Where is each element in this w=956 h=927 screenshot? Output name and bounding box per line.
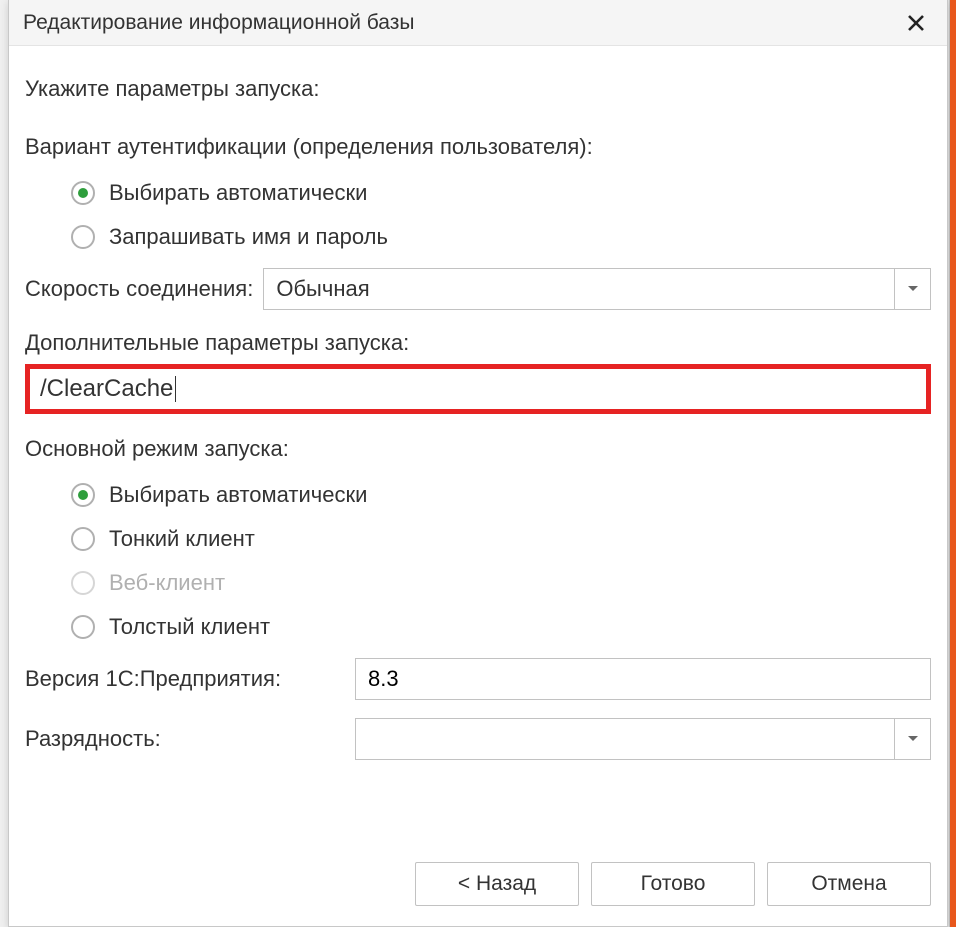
auth-heading: Вариант аутентификации (определения поль…	[25, 134, 931, 160]
radio-icon	[71, 225, 95, 249]
button-label: < Назад	[458, 872, 536, 896]
back-button[interactable]: < Назад	[415, 862, 579, 906]
radio-label: Выбирать автоматически	[109, 482, 367, 508]
dialog-title: Редактирование информационной базы	[23, 11, 414, 35]
mode-option-auto[interactable]: Выбирать автоматически	[71, 482, 931, 508]
version-row: Версия 1С:Предприятия:	[25, 658, 931, 700]
radio-label: Запрашивать имя и пароль	[109, 224, 388, 250]
button-label: Готово	[641, 872, 706, 896]
radio-icon	[71, 615, 95, 639]
cancel-button[interactable]: Отмена	[767, 862, 931, 906]
titlebar: Редактирование информационной базы	[9, 0, 947, 46]
chevron-down-icon	[907, 735, 919, 743]
radio-label: Толстый клиент	[109, 614, 270, 640]
auth-radio-group: Выбирать автоматически Запрашивать имя и…	[71, 180, 931, 250]
radio-label: Тонкий клиент	[109, 526, 255, 552]
dialog-window: Редактирование информационной базы Укажи…	[8, 0, 948, 927]
button-label: Отмена	[811, 872, 886, 896]
radio-icon	[71, 527, 95, 551]
version-field[interactable]	[356, 659, 930, 699]
extra-params-input[interactable]: /ClearCache	[40, 375, 916, 403]
startup-params-heading: Укажите параметры запуска:	[25, 76, 931, 102]
bitness-label: Разрядность:	[25, 726, 355, 752]
radio-icon	[71, 571, 95, 595]
text-cursor-icon	[175, 376, 176, 402]
mode-option-web: Веб-клиент	[71, 570, 931, 596]
version-input[interactable]	[355, 658, 931, 700]
connection-speed-row: Скорость соединения: Обычная	[25, 268, 931, 310]
radio-icon	[71, 181, 95, 205]
window-shadow	[948, 0, 950, 927]
dropdown-value: Обычная	[264, 276, 381, 302]
radio-label: Веб-клиент	[109, 570, 225, 596]
bitness-dropdown[interactable]	[355, 718, 931, 760]
version-label: Версия 1С:Предприятия:	[25, 666, 355, 692]
extra-params-label: Дополнительные параметры запуска:	[25, 330, 931, 356]
dialog-content: Укажите параметры запуска: Вариант аутен…	[9, 46, 947, 760]
radio-label: Выбирать автоматически	[109, 180, 367, 206]
extra-params-value: /ClearCache	[40, 375, 173, 403]
main-mode-heading: Основной режим запуска:	[25, 436, 931, 462]
auth-option-auto[interactable]: Выбирать автоматически	[71, 180, 931, 206]
mode-radio-group: Выбирать автоматически Тонкий клиент Веб…	[71, 482, 931, 640]
close-icon	[906, 13, 926, 33]
radio-icon	[71, 483, 95, 507]
connection-speed-dropdown[interactable]: Обычная	[263, 268, 931, 310]
bitness-row: Разрядность:	[25, 718, 931, 760]
mode-option-thin[interactable]: Тонкий клиент	[71, 526, 931, 552]
close-button[interactable]	[901, 8, 931, 38]
dropdown-toggle[interactable]	[894, 269, 930, 309]
mode-option-thick[interactable]: Толстый клиент	[71, 614, 931, 640]
chevron-down-icon	[907, 285, 919, 293]
window-edge	[950, 0, 956, 927]
button-bar: < Назад Готово Отмена	[415, 862, 931, 906]
dropdown-toggle[interactable]	[894, 719, 930, 759]
connection-speed-label: Скорость соединения:	[25, 276, 253, 302]
auth-option-prompt[interactable]: Запрашивать имя и пароль	[71, 224, 931, 250]
extra-params-highlight: /ClearCache	[25, 364, 931, 414]
finish-button[interactable]: Готово	[591, 862, 755, 906]
